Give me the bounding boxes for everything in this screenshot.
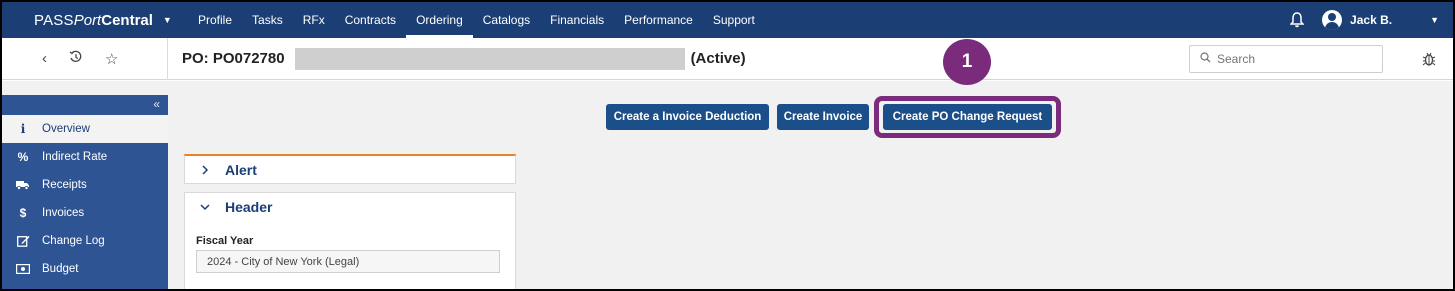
menu-item-financials[interactable]: Financials	[540, 2, 614, 38]
percent-icon: %	[17, 150, 29, 164]
brand-name-part2: Port	[73, 11, 102, 29]
main-menu: Profile Tasks RFx Contracts Ordering Cat…	[188, 2, 765, 38]
brand-name-part3: Central	[101, 11, 153, 29]
po-status: (Active)	[690, 50, 746, 67]
menu-item-contracts[interactable]: Contracts	[335, 2, 406, 38]
sidebar-item-label: Indirect Rate	[42, 151, 108, 163]
header-panel-header[interactable]: Header	[185, 193, 515, 221]
sidebar-item-change-log[interactable]: Change Log	[2, 227, 168, 255]
history-icon[interactable]	[69, 50, 83, 68]
redacted-text-block	[294, 47, 685, 70]
sidebar-item-invoices[interactable]: $ Invoices	[2, 199, 168, 227]
dollar-icon: $	[19, 206, 27, 220]
menu-item-profile[interactable]: Profile	[188, 2, 242, 38]
sidebar-item-label: Budget	[42, 263, 79, 275]
search-input[interactable]	[1217, 52, 1367, 66]
back-arrow-icon[interactable]: ‹	[42, 50, 47, 67]
record-nav-icons: ‹ ☆	[2, 37, 168, 80]
po-title: PO: PO072780 (Active)	[182, 47, 746, 70]
alert-panel-header[interactable]: Alert	[185, 156, 515, 184]
bug-icon[interactable]	[1420, 50, 1438, 68]
record-header-bar: ‹ ☆ PO: PO072780 (Active)	[2, 37, 1453, 80]
menu-item-support[interactable]: Support	[703, 2, 765, 38]
user-caret-down-icon[interactable]: ▼	[1430, 15, 1439, 25]
star-icon[interactable]: ☆	[105, 50, 118, 68]
sidebar-item-label: Change Log	[42, 235, 105, 247]
money-icon	[16, 264, 30, 274]
sidebar-item-label: Receipts	[42, 179, 87, 191]
brand-menu[interactable]: PASS Port Central ▼	[2, 12, 188, 29]
sidebar-item-label: Overview	[42, 123, 90, 135]
app-window: PASS Port Central ▼ Profile Tasks RFx Cont…	[0, 0, 1455, 291]
menu-item-ordering[interactable]: Ordering	[406, 2, 473, 38]
sidebar-item-budget[interactable]: Budget	[2, 255, 168, 283]
fiscal-year-field[interactable]: 2024 - City of New York (Legal)	[196, 250, 500, 273]
chevron-right-icon	[199, 165, 211, 175]
header-panel: Header Fiscal Year 2024 - City of New Yo…	[184, 192, 516, 289]
menu-item-performance[interactable]: Performance	[614, 2, 703, 38]
collapse-sidebar-icon[interactable]: «	[153, 97, 160, 111]
bell-icon[interactable]	[1284, 2, 1310, 38]
chevron-down-icon	[199, 203, 211, 211]
create-po-change-request-button[interactable]: Create PO Change Request	[883, 104, 1052, 130]
po-number: PO: PO072780	[182, 50, 285, 67]
nav-right-controls: Jack B. ▼	[1284, 2, 1453, 38]
step-callout-badge: 1	[943, 39, 991, 85]
menu-item-catalogs[interactable]: Catalogs	[473, 2, 540, 38]
caret-down-icon: ▼	[162, 15, 172, 25]
sidebar: « i Overview % Indirect Rate Receipts $ …	[2, 95, 168, 289]
truck-icon	[16, 180, 30, 190]
top-navigation-bar: PASS Port Central ▼ Profile Tasks RFx Cont…	[2, 2, 1453, 38]
sidebar-item-overview[interactable]: i Overview	[2, 115, 168, 143]
alert-panel: Alert	[184, 154, 516, 184]
user-name[interactable]: Jack B.	[1350, 13, 1392, 27]
content-top-band	[2, 81, 1453, 95]
fiscal-year-label: Fiscal Year	[196, 235, 254, 247]
alert-panel-title: Alert	[225, 162, 257, 178]
header-panel-title: Header	[225, 199, 273, 215]
search-icon	[1200, 52, 1211, 66]
create-invoice-deduction-button[interactable]: Create a Invoice Deduction	[606, 104, 769, 130]
menu-item-rfx[interactable]: RFx	[293, 2, 335, 38]
main-content: Create a Invoice Deduction Create Invoic…	[168, 95, 1453, 289]
sidebar-item-label: Invoices	[42, 207, 85, 219]
sidebar-item-receipts[interactable]: Receipts	[2, 171, 168, 199]
brand-name-part1: PASS	[34, 11, 74, 29]
menu-item-tasks[interactable]: Tasks	[242, 2, 293, 38]
create-invoice-button[interactable]: Create Invoice	[777, 104, 869, 130]
search-box[interactable]	[1189, 45, 1383, 73]
sidebar-item-indirect-rate[interactable]: % Indirect Rate	[2, 143, 168, 171]
info-icon: i	[20, 122, 26, 136]
edit-icon	[16, 235, 30, 247]
user-avatar-icon[interactable]	[1322, 10, 1343, 30]
